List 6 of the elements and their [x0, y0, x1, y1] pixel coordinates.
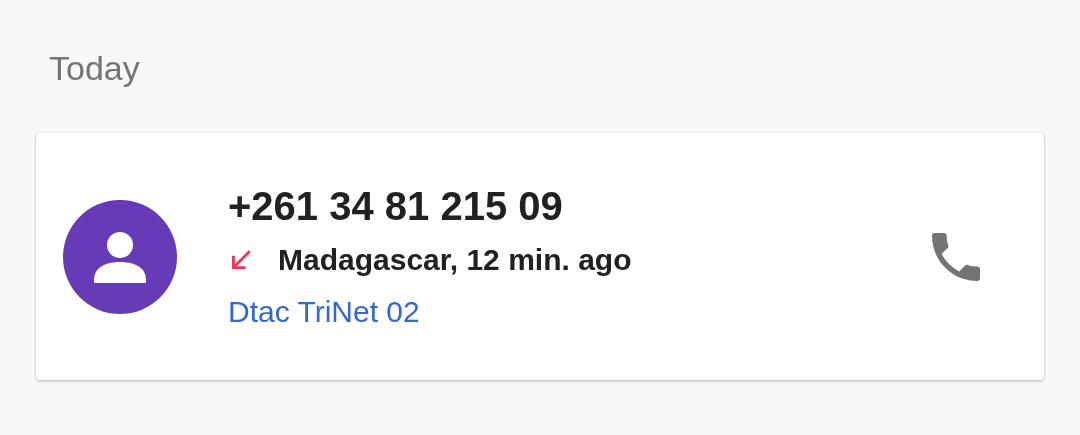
section-header: Today [49, 48, 141, 89]
avatar-icon [63, 199, 177, 314]
sim-label: Dtac TriNet 02 [228, 293, 421, 330]
call-card[interactable]: +261 34 81 215 09 Madagascar, 12 min. ago Dtac TriNet 02 [36, 133, 1044, 380]
call-details: Madagascar, 12 min. ago [278, 241, 632, 278]
phone-number: +261 34 81 215 09 [228, 182, 564, 230]
